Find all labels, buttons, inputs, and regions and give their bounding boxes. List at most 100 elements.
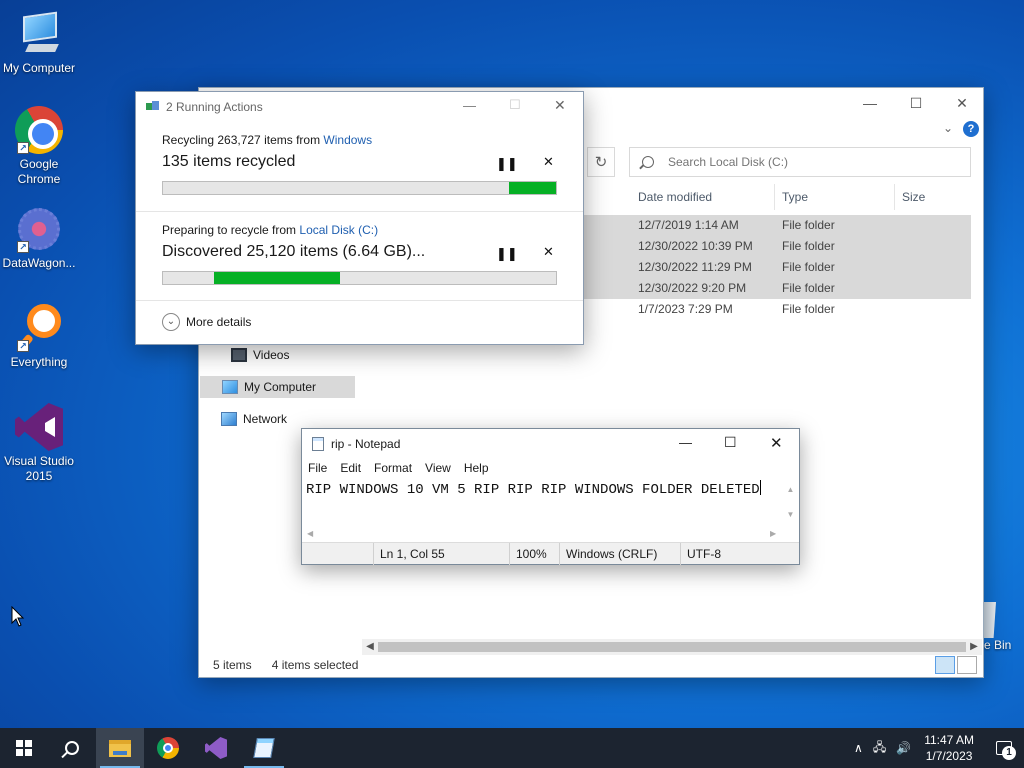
menu-help[interactable]: Help — [464, 461, 489, 475]
videos-folder-icon — [231, 348, 247, 362]
task-description: Preparing to recycle from — [162, 223, 300, 237]
desktop-icon-my-computer[interactable]: My Computer — [0, 10, 78, 76]
column-header-size[interactable]: Size — [895, 184, 971, 210]
nav-item-label: Network — [243, 412, 288, 426]
recycle-bin-icon — [984, 602, 996, 638]
cancel-button[interactable]: ✕ — [543, 154, 554, 170]
help-icon[interactable]: ? — [963, 121, 979, 137]
nav-item-videos[interactable]: Videos — [231, 344, 289, 366]
pause-button[interactable]: ❚❚ — [496, 156, 518, 172]
menu-view[interactable]: View — [425, 461, 451, 475]
refresh-icon: ↻ — [594, 154, 608, 171]
task-status: Discovered 25,120 items (6.64 GB)... — [162, 243, 426, 260]
expand-ribbon-chevron-icon[interactable]: ⌄ — [943, 121, 953, 135]
close-button[interactable]: ✕ — [939, 88, 985, 118]
file-date: 12/30/2022 9:20 PM — [638, 281, 747, 295]
taskbar-file-explorer[interactable] — [96, 728, 144, 768]
notepad-icon — [253, 738, 275, 758]
taskbar-chrome[interactable] — [144, 728, 192, 768]
vertical-scrollbar[interactable]: ▲ ▼ — [782, 477, 799, 527]
notepad-status-bar: Ln 1, Col 55 100% Windows (CRLF) UTF-8 — [302, 542, 799, 565]
shortcut-arrow-icon: ↗ — [17, 241, 29, 253]
notepad-text-area[interactable]: RIP WINDOWS 10 VM 5 RIP RIP RIP WINDOWS … — [302, 477, 783, 527]
selection-count: 4 items selected — [271, 658, 359, 672]
task-status: 135 items recycled — [162, 153, 296, 170]
search-box[interactable] — [629, 147, 971, 177]
file-type: File folder — [782, 281, 835, 295]
desktop-icon-google-chrome[interactable]: ↗ Google Chrome — [0, 106, 78, 187]
horizontal-scrollbar[interactable]: ◀ ▶ — [302, 527, 783, 542]
desktop-icon-datawagon[interactable]: ↗ DataWagon... — [0, 205, 78, 271]
pause-button[interactable]: ❚❚ — [496, 246, 518, 262]
desktop-icon-visual-studio[interactable]: Visual Studio 2015 — [0, 403, 78, 484]
file-explorer-icon — [109, 739, 131, 757]
start-button[interactable] — [0, 728, 48, 768]
computer-icon — [15, 10, 63, 58]
search-icon — [65, 741, 79, 755]
chevron-down-icon: ⌄ — [162, 313, 180, 331]
close-button[interactable]: ✕ — [554, 97, 566, 114]
file-row[interactable]: 1/7/2023 7:29 PM File folder — [579, 299, 971, 320]
menu-file[interactable]: File — [308, 461, 327, 475]
column-header-type[interactable]: Type — [775, 184, 895, 210]
explorer-status-bar: 5 items 4 items selected — [199, 653, 983, 677]
notepad-title: rip - Notepad — [331, 436, 401, 451]
close-button[interactable]: ✕ — [770, 434, 783, 452]
minimize-button[interactable]: — — [679, 435, 692, 450]
item-count: 5 items — [213, 658, 252, 672]
desktop-icon-recycle-bin[interactable]: e Bin — [984, 602, 1011, 652]
encoding: UTF-8 — [680, 543, 799, 565]
desktop-icon-everything[interactable]: ↗ Everything — [0, 304, 78, 370]
maximize-button[interactable]: ☐ — [724, 434, 737, 451]
source-link[interactable]: Local Disk (C:) — [299, 223, 378, 237]
scroll-right-icon[interactable]: ▶ — [770, 529, 776, 538]
scroll-down-icon[interactable]: ▼ — [782, 502, 799, 527]
menu-format[interactable]: Format — [374, 461, 412, 475]
file-row[interactable]: 12/30/2022 11:29 PM File folder — [579, 257, 971, 278]
search-input[interactable] — [668, 155, 948, 169]
scrollbar-thumb[interactable] — [378, 642, 966, 652]
file-type: File folder — [782, 260, 835, 274]
taskbar: ∧ 🖧 🔊 11:47 AM 1/7/2023 1 — [0, 728, 1024, 768]
dialog-title: 2 Running Actions — [166, 100, 263, 114]
refresh-button[interactable]: ↻ — [587, 147, 615, 177]
search-button[interactable] — [48, 728, 96, 768]
dialog-titlebar[interactable]: 2 Running Actions — ☐ ✕ — [136, 92, 583, 122]
clock-date: 1/7/2023 — [925, 749, 973, 763]
notepad-titlebar[interactable]: rip - Notepad — ☐ ✕ — [302, 429, 799, 458]
taskbar-visual-studio[interactable] — [192, 728, 240, 768]
volume-icon[interactable]: 🔊 — [896, 741, 911, 755]
file-row[interactable]: 12/30/2022 10:39 PM File folder — [579, 236, 971, 257]
progress-bar-task-1 — [162, 181, 557, 195]
show-hidden-icons-chevron-icon[interactable]: ∧ — [854, 741, 863, 755]
network-icon[interactable]: 🖧 — [873, 738, 886, 759]
maximize-button[interactable]: ☐ — [893, 88, 939, 118]
scroll-left-icon[interactable]: ◀ — [307, 529, 313, 538]
copy-progress-icon — [146, 101, 160, 113]
large-icons-view-button[interactable] — [957, 656, 977, 674]
zoom-level: 100% — [509, 543, 559, 565]
desktop-icon-label: DataWagon... — [2, 256, 76, 270]
column-header-date-modified[interactable]: Date modified — [631, 184, 775, 210]
nav-item-my-computer[interactable]: My Computer — [200, 376, 355, 398]
cancel-button[interactable]: ✕ — [543, 244, 554, 260]
scroll-up-icon[interactable]: ▲ — [782, 477, 799, 502]
desktop-icon-label: Everything — [10, 355, 68, 369]
details-view-button[interactable] — [935, 656, 955, 674]
action-center-button[interactable]: 1 — [984, 728, 1024, 768]
visual-studio-icon — [15, 403, 63, 451]
minimize-button[interactable]: — — [463, 98, 476, 113]
notepad-window: rip - Notepad — ☐ ✕ File Edit Format Vie… — [301, 428, 800, 565]
file-date: 1/7/2023 7:29 PM — [638, 302, 733, 316]
nav-item-network[interactable]: Network — [221, 408, 287, 430]
file-row[interactable]: 12/30/2022 9:20 PM File folder — [579, 278, 971, 299]
menu-edit[interactable]: Edit — [340, 461, 361, 475]
more-details-toggle[interactable]: ⌄ More details — [162, 313, 251, 331]
minimize-button[interactable]: — — [847, 88, 893, 118]
taskbar-notepad[interactable] — [240, 728, 288, 768]
running-actions-dialog: 2 Running Actions — ☐ ✕ Recycling 263,72… — [135, 91, 584, 345]
file-row[interactable]: 12/7/2019 1:14 AM File folder — [579, 215, 971, 236]
source-link[interactable]: Windows — [323, 133, 372, 147]
clock[interactable]: 11:47 AM 1/7/2023 — [924, 732, 974, 764]
file-date: 12/30/2022 10:39 PM — [638, 239, 753, 253]
